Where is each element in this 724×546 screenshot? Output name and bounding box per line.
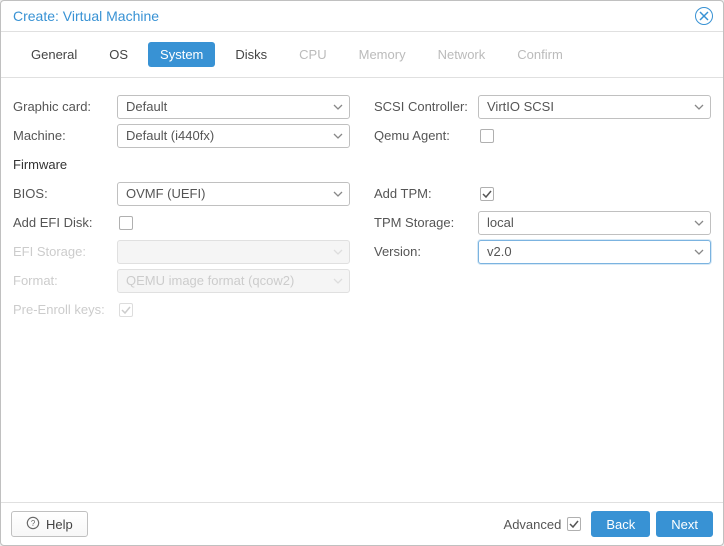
combo-efi-storage	[117, 240, 350, 264]
combo-machine[interactable]: Default (i440fx)	[117, 124, 350, 148]
help-button[interactable]: ? Help	[11, 511, 88, 537]
label-scsi-controller: SCSI Controller:	[374, 99, 478, 114]
close-icon	[699, 11, 709, 21]
combo-scsi-controller-value: VirtIO SCSI	[487, 99, 554, 114]
combo-tpm-storage[interactable]: local	[478, 211, 711, 235]
row-add-efi-disk: Add EFI Disk:	[13, 208, 350, 237]
check-icon	[121, 305, 131, 315]
tab-os[interactable]: OS	[97, 42, 140, 67]
checkbox-add-efi-disk[interactable]	[119, 216, 133, 230]
label-add-tpm: Add TPM:	[374, 186, 478, 201]
back-button-label: Back	[606, 517, 635, 532]
row-format: Format: QEMU image format (qcow2)	[13, 266, 350, 295]
wizard-tabbar: General OS System Disks CPU Memory Netwo…	[1, 32, 723, 78]
combo-format: QEMU image format (qcow2)	[117, 269, 350, 293]
combo-graphic-card-value: Default	[126, 99, 167, 114]
window-title: Create: Virtual Machine	[13, 8, 159, 24]
row-scsi-controller: SCSI Controller: VirtIO SCSI	[374, 92, 711, 121]
checkbox-qemu-agent[interactable]	[480, 129, 494, 143]
tab-system[interactable]: System	[148, 42, 215, 67]
combo-version[interactable]: v2.0	[478, 240, 711, 264]
row-version: Version: v2.0	[374, 237, 711, 266]
next-button-label: Next	[671, 517, 698, 532]
label-qemu-agent: Qemu Agent:	[374, 128, 478, 143]
combo-format-value: QEMU image format (qcow2)	[126, 273, 294, 288]
tab-network: Network	[426, 42, 498, 67]
chevron-down-icon	[694, 218, 704, 228]
row-bios: BIOS: OVMF (UEFI)	[13, 179, 350, 208]
label-bios: BIOS:	[13, 186, 117, 201]
label-machine: Machine:	[13, 128, 117, 143]
tab-disks[interactable]: Disks	[223, 42, 279, 67]
checkbox-add-tpm[interactable]	[480, 187, 494, 201]
close-button[interactable]	[695, 7, 713, 25]
chevron-down-icon	[694, 247, 704, 257]
firmware-header: Firmware	[13, 150, 350, 179]
chevron-down-icon	[694, 102, 704, 112]
row-pre-enroll-keys: Pre-Enroll keys:	[13, 295, 350, 324]
titlebar: Create: Virtual Machine	[1, 1, 723, 32]
combo-bios-value: OVMF (UEFI)	[126, 186, 205, 201]
form-body: Graphic card: Default Machine: Default (…	[1, 78, 723, 502]
advanced-label: Advanced	[504, 517, 562, 532]
svg-text:?: ?	[31, 519, 36, 528]
row-efi-storage: EFI Storage:	[13, 237, 350, 266]
help-button-label: Help	[46, 517, 73, 532]
combo-machine-value: Default (i440fx)	[126, 128, 214, 143]
chevron-down-icon	[333, 276, 343, 286]
label-efi-storage: EFI Storage:	[13, 244, 117, 259]
footer: ? Help Advanced Back Next	[1, 502, 723, 545]
label-version: Version:	[374, 244, 478, 259]
checkbox-advanced[interactable]	[567, 517, 581, 531]
combo-scsi-controller[interactable]: VirtIO SCSI	[478, 95, 711, 119]
next-button[interactable]: Next	[656, 511, 713, 537]
combo-tpm-storage-value: local	[487, 215, 514, 230]
label-graphic-card: Graphic card:	[13, 99, 117, 114]
check-icon	[569, 519, 579, 529]
advanced-toggle[interactable]: Advanced	[504, 517, 582, 532]
combo-bios[interactable]: OVMF (UEFI)	[117, 182, 350, 206]
checkbox-pre-enroll-keys	[119, 303, 133, 317]
combo-graphic-card[interactable]: Default	[117, 95, 350, 119]
chevron-down-icon	[333, 102, 343, 112]
check-icon	[482, 189, 492, 199]
chevron-down-icon	[333, 189, 343, 199]
right-column: SCSI Controller: VirtIO SCSI Qemu Agent:…	[374, 92, 711, 488]
label-tpm-storage: TPM Storage:	[374, 215, 478, 230]
row-add-tpm: Add TPM:	[374, 179, 711, 208]
label-pre-enroll-keys: Pre-Enroll keys:	[13, 302, 117, 317]
row-machine: Machine: Default (i440fx)	[13, 121, 350, 150]
dialog-create-vm: Create: Virtual Machine General OS Syste…	[0, 0, 724, 546]
help-icon: ?	[26, 516, 40, 533]
tab-confirm: Confirm	[505, 42, 575, 67]
label-add-efi-disk: Add EFI Disk:	[13, 215, 117, 230]
row-qemu-agent: Qemu Agent:	[374, 121, 711, 150]
combo-version-value: v2.0	[487, 244, 512, 259]
row-graphic-card: Graphic card: Default	[13, 92, 350, 121]
chevron-down-icon	[333, 247, 343, 257]
chevron-down-icon	[333, 131, 343, 141]
row-tpm-storage: TPM Storage: local	[374, 208, 711, 237]
tab-memory: Memory	[347, 42, 418, 67]
firmware-spacer	[374, 150, 711, 179]
left-column: Graphic card: Default Machine: Default (…	[13, 92, 350, 488]
back-button[interactable]: Back	[591, 511, 650, 537]
tab-general[interactable]: General	[19, 42, 89, 67]
label-format: Format:	[13, 273, 117, 288]
tab-cpu: CPU	[287, 42, 338, 67]
